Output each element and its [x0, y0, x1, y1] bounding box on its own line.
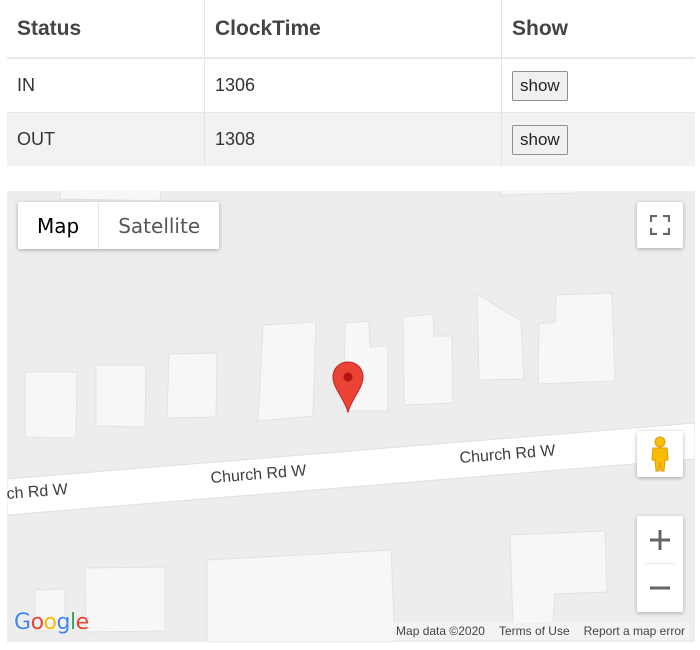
map-type-control: Map Satellite	[18, 202, 220, 249]
show-button[interactable]: show	[512, 124, 568, 155]
road	[7, 422, 695, 516]
cell-show: show	[501, 58, 695, 113]
building	[509, 530, 608, 625]
cell-clocktime: 1306	[204, 58, 502, 113]
plus-icon	[650, 529, 670, 550]
google-logo-letter: o	[30, 610, 44, 635]
map-type-satellite-button[interactable]: Satellite	[98, 202, 220, 249]
header-status: Status	[7, 0, 205, 59]
zoom-out-button[interactable]	[637, 564, 683, 611]
building	[537, 292, 616, 385]
table-row: IN 1306 show	[7, 58, 695, 113]
fullscreen-icon	[650, 215, 670, 235]
building	[206, 549, 396, 642]
minus-icon	[650, 586, 670, 589]
map-data-text: Map data ©2020	[396, 624, 485, 638]
cell-status: OUT	[7, 112, 205, 166]
header-clocktime: ClockTime	[204, 0, 502, 59]
cell-status: IN	[7, 58, 205, 113]
map-canvas[interactable]: ch Rd W Church Rd W Church Rd W	[7, 191, 695, 642]
cell-show: show	[501, 112, 695, 166]
fullscreen-button[interactable]	[637, 202, 683, 248]
google-logo-text: Google	[14, 610, 89, 635]
building	[257, 321, 317, 422]
google-logo-letter: e	[75, 610, 90, 635]
table-row: OUT 1308 show	[7, 112, 695, 166]
street-view-button[interactable]	[637, 431, 683, 477]
building	[402, 313, 454, 406]
building	[59, 191, 162, 202]
building	[476, 293, 525, 381]
buildings	[24, 191, 616, 642]
google-logo-letter: G	[14, 610, 31, 635]
zoom-in-button[interactable]	[637, 516, 683, 563]
building	[84, 566, 166, 633]
google-logo-letter: g	[56, 610, 71, 635]
header-show: Show	[501, 0, 695, 59]
building	[24, 371, 78, 439]
building	[95, 364, 147, 428]
zoom-control	[637, 516, 683, 612]
building	[166, 352, 218, 419]
google-logo[interactable]: Google	[14, 610, 89, 635]
building	[499, 191, 578, 196]
cell-clocktime: 1308	[204, 112, 502, 166]
table-header-row: Status ClockTime Show	[7, 0, 695, 59]
google-logo-letter: o	[43, 610, 57, 635]
map-view[interactable]: ch Rd W Church Rd W Church Rd W Map Sate…	[7, 191, 695, 642]
report-map-error-link[interactable]: Report a map error	[584, 624, 685, 638]
clock-table: Status ClockTime Show IN 1306 show OUT 1…	[7, 0, 695, 166]
map-type-map-button[interactable]: Map	[18, 202, 99, 249]
show-button[interactable]: show	[512, 70, 568, 101]
pegman-icon	[651, 436, 669, 472]
terms-of-use-link[interactable]: Terms of Use	[499, 624, 570, 638]
map-attribution: Map data ©2020 Terms of Use Report a map…	[392, 622, 689, 640]
